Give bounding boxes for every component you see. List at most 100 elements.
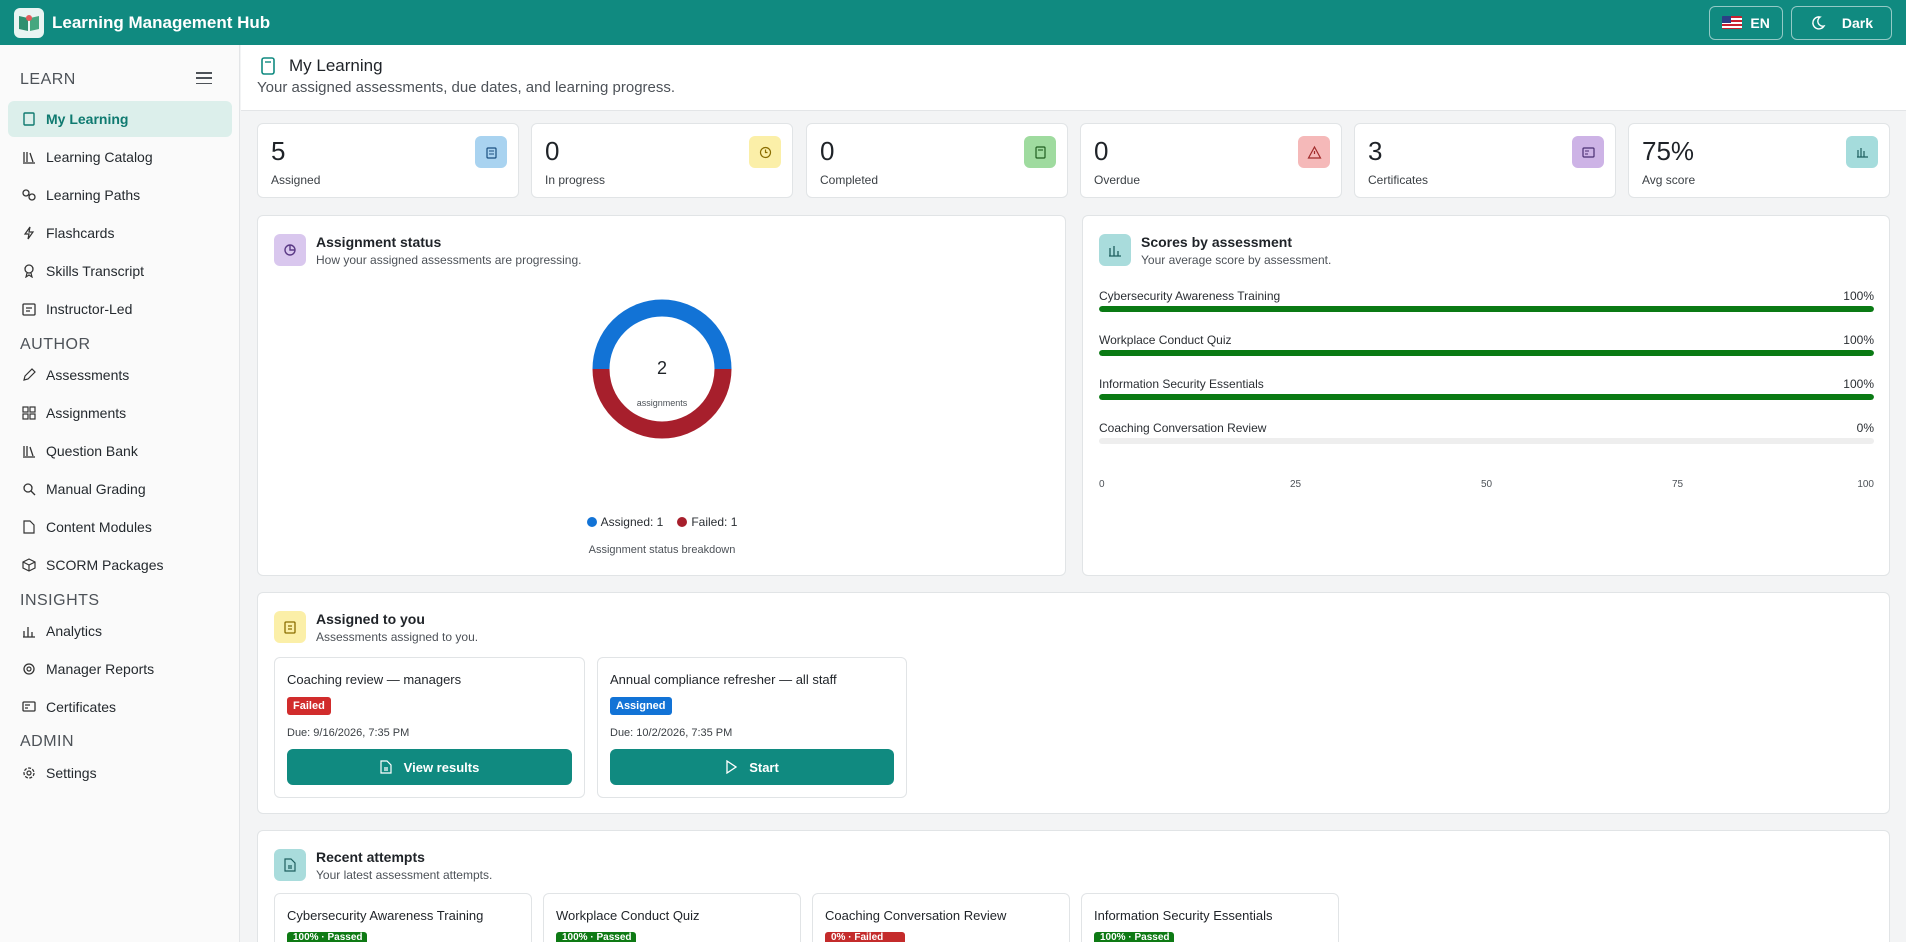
sidebar-item-label: Manual Grading — [46, 481, 146, 497]
attempt-badge: 100% · Passed — [1094, 932, 1174, 942]
sidebar-item-assessments[interactable]: Assessments — [8, 357, 232, 393]
sidebar-item-question-bank[interactable]: Question Bank — [8, 433, 232, 469]
bar-label: Information Security Essentials — [1099, 377, 1264, 391]
sidebar-item-label: Skills Transcript — [46, 263, 145, 279]
lightning-icon — [22, 226, 36, 240]
sidebar-item-certificates[interactable]: Certificates — [8, 689, 232, 725]
app-logo — [14, 7, 44, 38]
stat-card-avg-score: 75% Avg score — [1628, 123, 1890, 198]
sidebar-item-label: Analytics — [46, 623, 103, 639]
sidebar: LEARN My Learning Learning Catalog Learn… — [0, 45, 240, 942]
language-button[interactable]: EN — [1709, 5, 1783, 40]
sidebar-item-label: Content Modules — [46, 519, 152, 535]
gear-icon — [22, 766, 36, 780]
assigned-card: Assigned to you Assessments assigned to … — [257, 592, 1890, 814]
sidebar-item-my-learning[interactable]: My Learning — [8, 101, 232, 137]
assigned-subtitle: Assessments assigned to you. — [316, 630, 479, 644]
bar-row: Information Security Essentials 100% — [1099, 377, 1874, 400]
bar-chart-icon — [1099, 234, 1131, 266]
scores-subtitle: Your average score by assessment. — [1141, 253, 1332, 267]
bar-track — [1099, 350, 1874, 356]
recent-attempts-card: Recent attempts Your latest assessment a… — [257, 830, 1890, 942]
assignment-title: Annual compliance refresher — all staff — [610, 672, 837, 687]
scores-card: Scores by assessment Your average score … — [1082, 215, 1890, 576]
chart-icon — [1846, 136, 1878, 168]
sidebar-item-label: Learning Catalog — [46, 149, 153, 165]
stat-value: 3 — [1368, 136, 1383, 166]
sidebar-item-manual-grading[interactable]: Manual Grading — [8, 471, 232, 507]
top-bar: Learning Management Hub EN Dark — [0, 0, 1906, 45]
attempt-card[interactable]: Information Security Essentials 100% · Pa… — [1081, 893, 1339, 942]
attempt-card[interactable]: Coaching Conversation Review 0% · Failed — [812, 893, 1070, 942]
stat-card-certificates: 3 Certificates — [1354, 123, 1616, 198]
stat-card-completed: 0 Completed — [806, 123, 1068, 198]
sidebar-item-manager-reports[interactable]: Manager Reports — [8, 651, 232, 687]
page-title: My Learning — [289, 56, 383, 75]
theme-toggle-button[interactable]: Dark — [1790, 5, 1892, 40]
library-icon — [22, 444, 36, 458]
stat-label: In progress — [545, 173, 606, 187]
assignment-status-card: Assignment status How your assigned asse… — [257, 215, 1066, 576]
attempt-card[interactable]: Cybersecurity Awareness Training 100% · P… — [274, 893, 532, 942]
app-title: Learning Management Hub — [52, 12, 271, 32]
bar-label: Workplace Conduct Quiz — [1099, 333, 1232, 347]
language-label: EN — [1750, 14, 1770, 31]
view-results-button[interactable]: View results — [287, 749, 572, 785]
recent-title: Recent attempts — [316, 849, 425, 865]
stat-label: Avg score — [1642, 173, 1696, 187]
sidebar-item-learning-paths[interactable]: Learning Paths — [8, 177, 232, 213]
attempt-card[interactable]: Workplace Conduct Quiz 100% · Passed — [543, 893, 801, 942]
calendar-icon — [22, 302, 36, 316]
bar-fill[interactable] — [1099, 350, 1874, 356]
theme-label: Dark — [1841, 14, 1873, 31]
attempt-badge: 0% · Failed — [825, 932, 905, 942]
sidebar-item-learning-catalog[interactable]: Learning Catalog — [8, 139, 232, 175]
gear-people-icon — [22, 662, 36, 676]
bar-fill[interactable] — [1099, 394, 1874, 400]
menu-toggle-icon[interactable] — [196, 72, 212, 84]
attempt-title: Coaching Conversation Review — [825, 908, 1007, 923]
book-icon — [22, 112, 36, 126]
attempt-badge: 100% · Passed — [287, 932, 367, 942]
pencil-icon — [22, 368, 36, 382]
bar-fill[interactable] — [1099, 306, 1874, 312]
sidebar-item-content-modules[interactable]: Content Modules — [8, 509, 232, 545]
status-badge: Failed — [287, 697, 331, 715]
attempt-title: Workplace Conduct Quiz — [556, 908, 700, 923]
sidebar-item-assignments[interactable]: Assignments — [8, 395, 232, 431]
grid-icon — [22, 406, 36, 420]
assigned-title: Assigned to you — [316, 611, 425, 627]
book-icon — [261, 57, 275, 78]
attempt-badge: 100% · Passed — [556, 932, 636, 942]
sidebar-item-scorm-packages[interactable]: SCORM Packages — [8, 547, 232, 583]
bar-label: Coaching Conversation Review — [1099, 421, 1267, 435]
sidebar-item-analytics[interactable]: Analytics — [8, 613, 232, 649]
grading-icon — [22, 482, 36, 496]
tick-label: 50 — [1481, 479, 1493, 490]
bar-row: Workplace Conduct Quiz 100% — [1099, 333, 1874, 356]
assignment-title: Coaching review — managers — [287, 672, 462, 687]
sidebar-item-label: Assignments — [46, 405, 127, 421]
bar-value-label: 0% — [1856, 421, 1874, 435]
bar-value-label: 100% — [1843, 377, 1874, 391]
stat-label: Certificates — [1368, 173, 1429, 187]
section-admin: ADMIN — [20, 733, 75, 750]
tick-label: 25 — [1290, 479, 1302, 490]
sidebar-item-label: Certificates — [46, 699, 117, 715]
start-button[interactable]: Start — [610, 749, 894, 785]
sidebar-item-flashcards[interactable]: Flashcards — [8, 215, 232, 251]
scores-title: Scores by assessment — [1141, 234, 1292, 250]
page-header: My Learning Your assigned assessments, d… — [241, 45, 1906, 111]
sidebar-item-skills-transcript[interactable]: Skills Transcript — [8, 253, 232, 289]
x-axis-ticks: 0 25 50 75 100 — [1099, 479, 1874, 493]
sidebar-item-instructor-led[interactable]: Instructor-Led — [8, 291, 232, 327]
donut-center-label: assignments — [636, 398, 688, 408]
stat-value: 0 — [820, 136, 835, 166]
sidebar-item-settings[interactable]: Settings — [8, 755, 232, 791]
package-icon — [22, 558, 36, 572]
clipboard-icon — [475, 136, 507, 168]
status-badge: Assigned — [610, 697, 672, 715]
donut-center-value: 2 — [656, 358, 667, 378]
legend-item-assigned: Assigned: 1 — [586, 515, 663, 529]
button-label: Start — [749, 759, 779, 775]
